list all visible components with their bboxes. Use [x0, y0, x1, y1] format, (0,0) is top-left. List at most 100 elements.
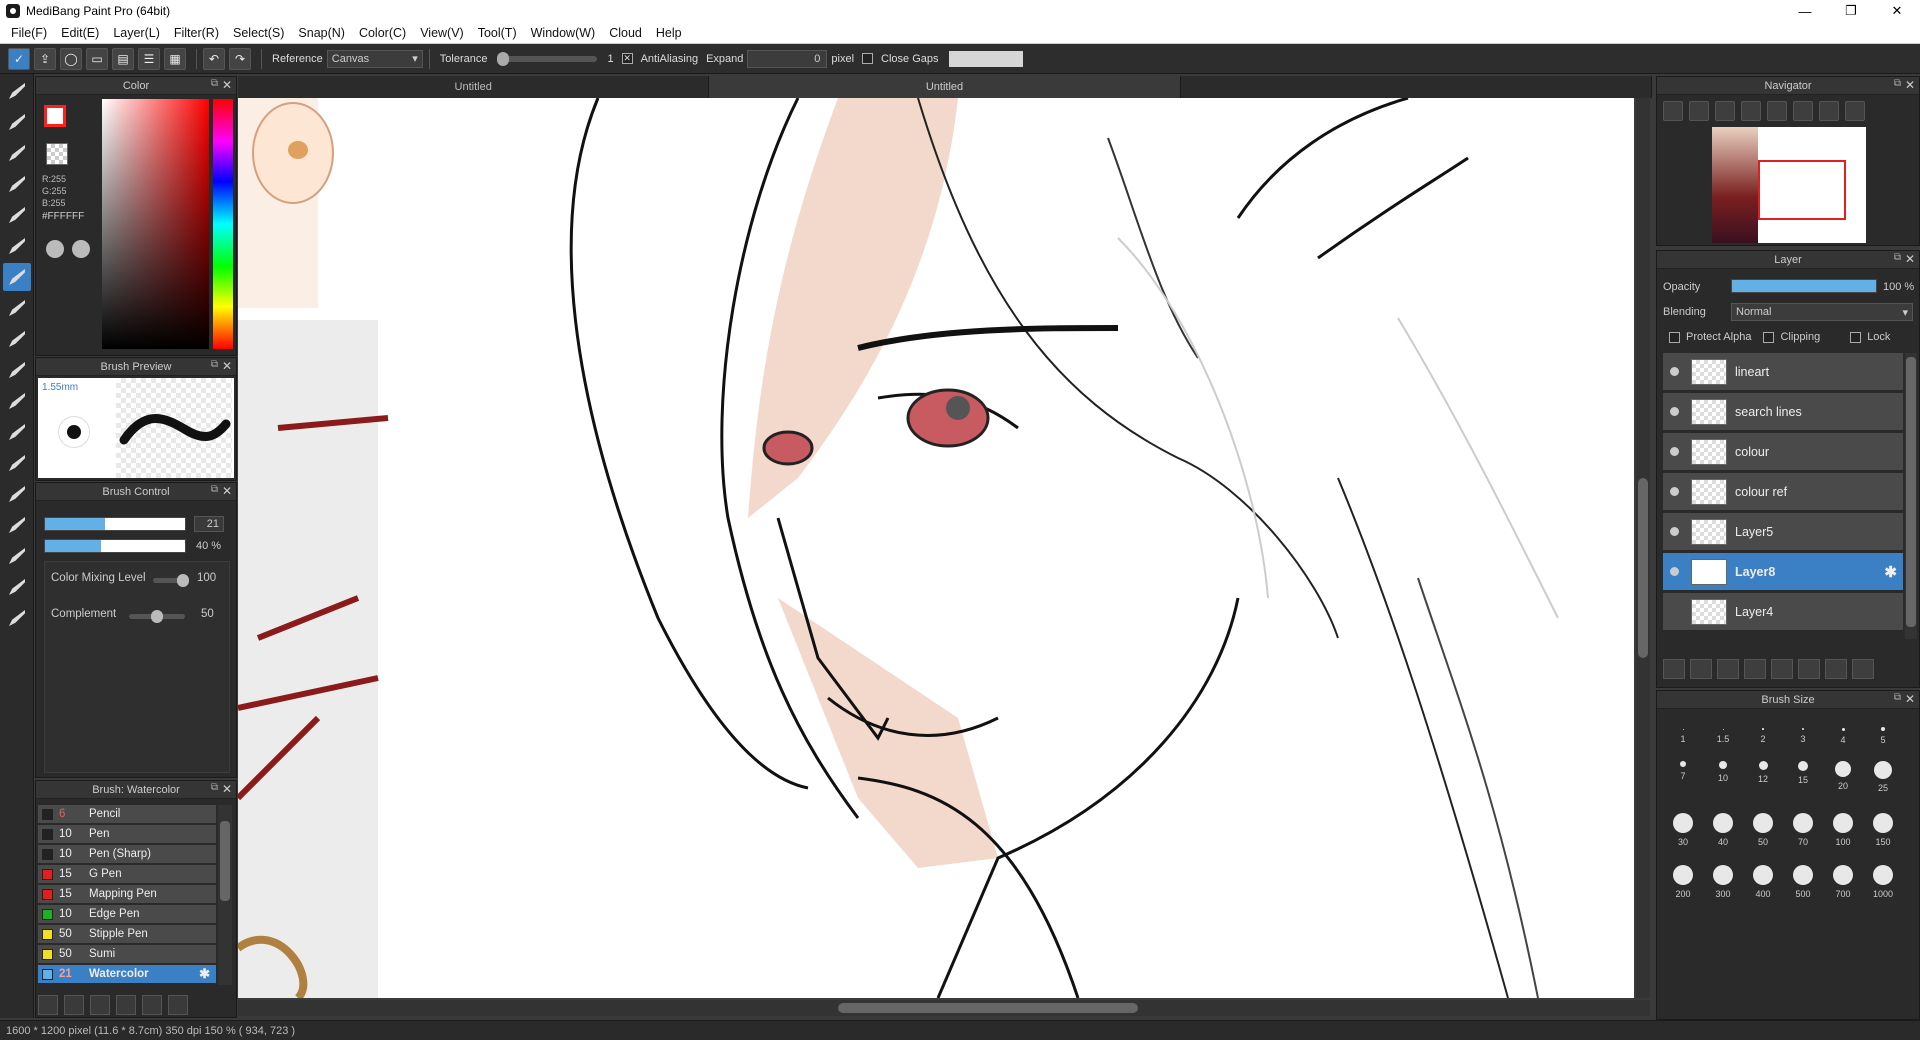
- visibility-eye-icon[interactable]: [1663, 527, 1685, 536]
- undo-icon[interactable]: ↶: [203, 47, 225, 70]
- brush-folder-icon[interactable]: [142, 995, 162, 1015]
- select-pen-tool-icon[interactable]: [3, 418, 31, 446]
- tab-untitled-1[interactable]: Untitled: [238, 76, 710, 98]
- brush-item[interactable]: 10 Pen: [38, 825, 216, 844]
- menu-color[interactable]: Color(C): [352, 26, 413, 40]
- brush-item[interactable]: 15 G Pen: [38, 865, 216, 884]
- rotate-left-icon[interactable]: [1767, 101, 1787, 121]
- layer-row[interactable]: colour: [1663, 433, 1903, 471]
- brush-size-preset[interactable]: 20: [1823, 761, 1863, 791]
- select-eraser-tool-icon[interactable]: [3, 449, 31, 477]
- new-brush-icon[interactable]: [64, 995, 84, 1015]
- new-8bit-layer-icon[interactable]: [1717, 659, 1739, 679]
- brush-item[interactable]: 21 Watercolor ✱: [38, 965, 216, 984]
- menu-window[interactable]: Window(W): [524, 26, 603, 40]
- clipping-checkbox[interactable]: [1763, 331, 1775, 343]
- zoom-icon[interactable]: [1663, 101, 1683, 121]
- menu-view[interactable]: View(V): [413, 26, 471, 40]
- add-layer-menu-icon[interactable]: [1744, 659, 1766, 679]
- gear-icon[interactable]: ✱: [1884, 563, 1897, 581]
- layer-list-scrollbar[interactable]: [1905, 353, 1917, 639]
- flip-icon[interactable]: [1845, 101, 1865, 121]
- menu-tool[interactable]: Tool(T): [471, 26, 524, 40]
- brush-size-preset[interactable]: 200: [1663, 865, 1703, 899]
- brush-size-preset[interactable]: 700: [1823, 865, 1863, 899]
- slider-knob[interactable]: [177, 574, 189, 587]
- canvas-vertical-scrollbar[interactable]: [1636, 98, 1650, 998]
- close-icon[interactable]: ✕: [1905, 78, 1915, 92]
- check-icon[interactable]: ✓: [8, 47, 30, 70]
- popout-icon[interactable]: ⧉: [211, 484, 218, 495]
- brush-size-preset[interactable]: 1.5: [1703, 719, 1743, 744]
- canvas-horizontal-scrollbar[interactable]: [238, 1000, 1650, 1016]
- gear-icon[interactable]: ✱: [199, 966, 210, 982]
- dot-tool-icon[interactable]: [3, 170, 31, 198]
- tab-untitled-2[interactable]: Untitled: [709, 76, 1181, 98]
- reference-select[interactable]: Canvas ▾: [326, 49, 423, 68]
- comment-icon[interactable]: ▭: [86, 47, 108, 70]
- page-icon[interactable]: ▤: [112, 47, 134, 70]
- brush-size-preset[interactable]: 10: [1703, 761, 1743, 783]
- restore-button[interactable]: ❐: [1828, 0, 1874, 22]
- select-tool-icon[interactable]: [3, 325, 31, 353]
- brush-cloud-icon[interactable]: [38, 995, 58, 1015]
- antialiasing-checkbox[interactable]: ✕: [621, 53, 633, 64]
- rotate-right-icon[interactable]: [1819, 101, 1839, 121]
- layer-folder-icon[interactable]: [1771, 659, 1793, 679]
- zoom-in-icon[interactable]: [1689, 101, 1709, 121]
- palette-icon[interactable]: [46, 240, 64, 258]
- menu-help[interactable]: Help: [649, 26, 689, 40]
- close-icon[interactable]: ✕: [222, 782, 232, 796]
- menu-layer[interactable]: Layer(L): [106, 26, 167, 40]
- eyedropper-tool-icon[interactable]: [3, 573, 31, 601]
- slider-knob[interactable]: [497, 51, 510, 66]
- visibility-eye-icon[interactable]: [1663, 407, 1685, 416]
- fit-icon[interactable]: [1715, 101, 1735, 121]
- brush-size-preset[interactable]: 3: [1783, 719, 1823, 744]
- menu-file[interactable]: File(F): [4, 26, 54, 40]
- move-tool-icon[interactable]: [3, 201, 31, 229]
- brush-size-preset[interactable]: 500: [1783, 865, 1823, 899]
- brush-size-preset[interactable]: 300: [1703, 865, 1743, 899]
- brush-size-bar[interactable]: [44, 517, 186, 531]
- popout-icon[interactable]: ⧉: [211, 359, 218, 370]
- scroll-thumb[interactable]: [838, 1003, 1138, 1013]
- brush-item[interactable]: 50 Sumi: [38, 945, 216, 964]
- layer-opacity-bar[interactable]: [1731, 279, 1877, 293]
- grid-icon[interactable]: ▦: [164, 47, 186, 70]
- brush-size-preset[interactable]: 100: [1823, 813, 1863, 847]
- brush-size-preset[interactable]: 1: [1663, 719, 1703, 744]
- visibility-eye-icon[interactable]: [1663, 367, 1685, 376]
- transparent-color-swatch[interactable]: [46, 143, 68, 165]
- new-halftone-layer-icon[interactable]: [1690, 659, 1712, 679]
- operation-tool-icon[interactable]: [3, 511, 31, 539]
- layer-row[interactable]: Layer8 ✱: [1663, 553, 1903, 591]
- visibility-eye-icon[interactable]: [1663, 487, 1685, 496]
- color-mixing-slider[interactable]: [153, 574, 189, 587]
- close-icon[interactable]: ✕: [222, 78, 232, 92]
- close-icon[interactable]: ✕: [1905, 692, 1915, 706]
- blending-select[interactable]: Normal ▾: [1731, 303, 1913, 321]
- popout-icon[interactable]: ⧉: [211, 78, 218, 89]
- menu-select[interactable]: Select(S): [226, 26, 291, 40]
- text-tool-icon[interactable]: [3, 480, 31, 508]
- brush-size-preset[interactable]: 70: [1783, 813, 1823, 847]
- brush-size-value[interactable]: 21: [194, 516, 224, 532]
- navigator-thumbnail[interactable]: [1712, 127, 1866, 243]
- close-icon[interactable]: ✕: [222, 359, 232, 373]
- divide-tool-icon[interactable]: [3, 542, 31, 570]
- brush-size-preset[interactable]: 2: [1743, 719, 1783, 744]
- brush-item[interactable]: 15 Mapping Pen: [38, 885, 216, 904]
- brush-item[interactable]: 6 Pencil: [38, 805, 216, 824]
- popout-icon[interactable]: ⧉: [1894, 692, 1901, 703]
- slider-knob[interactable]: [151, 610, 163, 623]
- visibility-eye-icon[interactable]: [1663, 447, 1685, 456]
- brush-size-preset[interactable]: 50: [1743, 813, 1783, 847]
- menu-cloud[interactable]: Cloud: [602, 26, 649, 40]
- brush-item[interactable]: 50 Stipple Pen: [38, 925, 216, 944]
- eraser-tool-icon[interactable]: [3, 108, 31, 136]
- close-icon[interactable]: ✕: [1905, 252, 1915, 266]
- lasso-tool-icon[interactable]: [3, 356, 31, 384]
- close-gaps-checkbox[interactable]: [862, 53, 874, 64]
- popout-icon[interactable]: ⧉: [1894, 78, 1901, 89]
